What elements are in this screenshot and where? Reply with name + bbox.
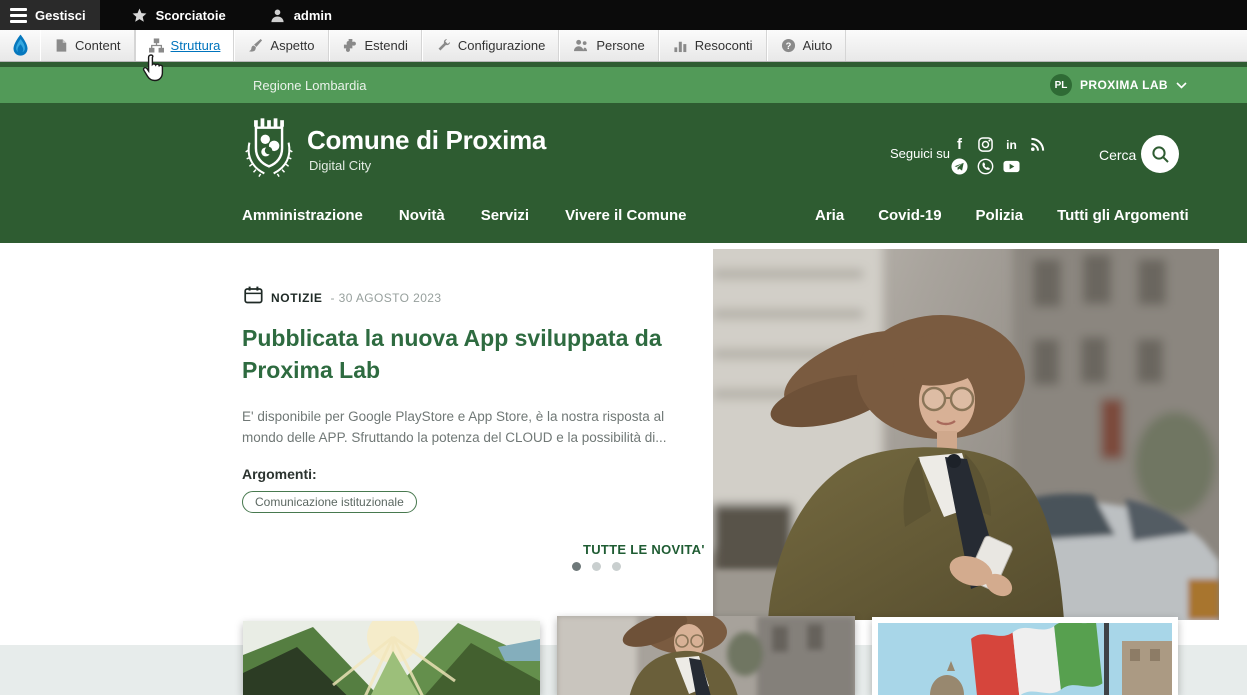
gestisci-label: Gestisci [35,8,86,23]
linkedin-icon[interactable]: in [1003,136,1020,153]
topic-tag[interactable]: Comunicazione istituzionale [242,491,417,513]
file-icon [54,38,68,53]
search-button[interactable] [1141,135,1179,173]
admin-menu-user[interactable]: admin [256,0,346,30]
search-icon [1151,145,1170,164]
scorciatoie-label: Scorciatoie [156,8,226,23]
toolbar-item-label: Estendi [365,38,408,53]
tenant-badge: PL [1050,74,1072,96]
page: Gestisci Scorciatoie admin Content [0,0,1247,695]
chevron-down-icon [1176,76,1187,94]
user-icon [270,7,286,23]
toolbar-item-resoconti[interactable]: Resoconti [659,30,767,61]
toolbar-item-aspetto[interactable]: Aspetto [234,30,328,61]
toolbar-item-label: Persone [596,38,644,53]
star-icon [132,7,148,23]
nav-item-servizi[interactable]: Servizi [481,207,529,224]
news-category[interactable]: NOTIZIE [271,291,323,305]
rss-icon[interactable] [1029,136,1046,153]
nav-item-novita[interactable]: Novità [399,207,445,224]
all-news-link[interactable]: TUTTE LE NOVITA' [583,538,730,561]
site-header: Comune di Proxima Digital City Seguici s… [0,103,1247,243]
nav-item-tutti-gli-argomenti[interactable]: Tutti gli Argomenti [1057,207,1189,224]
all-news-label: TUTTE LE NOVITA' [583,542,705,557]
svg-text:?: ? [785,41,791,51]
carousel-dot-3[interactable] [612,562,621,571]
admin-toolbar: Content Struttura Aspetto Estendi Config [0,30,1247,62]
admin-menu-gestisci[interactable]: Gestisci [0,0,100,30]
news-card-flag[interactable] [872,617,1178,695]
tenant-name: PROXIMA LAB [1080,78,1168,92]
toolbar-item-label: Content [75,38,121,53]
drupal-logo-icon[interactable] [0,30,40,61]
main-navigation: Amministrazione Novità Servizi Vivere il… [0,207,1247,237]
toolbar-item-content[interactable]: Content [40,30,135,61]
puzzle-icon [343,38,358,53]
toolbar-item-configurazione[interactable]: Configurazione [422,30,559,61]
region-label[interactable]: Regione Lombardia [253,78,366,93]
follow-label: Seguici su [890,146,950,161]
news-card-mountains[interactable] [243,621,540,695]
nav-item-vivere-il-comune[interactable]: Vivere il Comune [565,207,686,224]
toolbar-item-estendi[interactable]: Estendi [329,30,422,61]
telegram-icon[interactable] [951,158,968,175]
municipality-crest-logo[interactable] [241,117,297,190]
nav-item-aria[interactable]: Aria [815,207,844,224]
people-icon [573,38,589,53]
calendar-icon [244,286,263,309]
nav-item-amministrazione[interactable]: Amministrazione [242,207,363,224]
admin-menu-scorciatoie[interactable]: Scorciatoie [118,0,240,30]
topics-label: Argomenti: [242,466,317,482]
site-subtitle: Digital City [309,158,371,173]
news-excerpt: E' disponibile per Google PlayStore e Ap… [242,406,697,448]
admin-bar: Gestisci Scorciatoie admin [0,0,1247,30]
hero-image [713,249,1219,620]
youtube-icon[interactable] [1003,158,1020,175]
help-icon: ? [781,38,796,53]
toolbar-item-label: Configurazione [458,38,545,53]
news-title[interactable]: Pubblicata la nuova App sviluppata da Pr… [242,322,694,386]
toolbar-item-label: Resoconti [695,38,753,53]
tenant-switcher[interactable]: PL PROXIMA LAB [1050,74,1187,96]
instagram-icon[interactable] [977,136,994,153]
toolbar-item-label: Aiuto [803,38,833,53]
site-title[interactable]: Comune di Proxima [307,125,546,156]
bar-chart-icon [673,38,688,53]
facebook-icon[interactable]: f [951,136,968,153]
toolbar-item-struttura[interactable]: Struttura [135,30,235,61]
news-date: - 30 AGOSTO 2023 [331,291,442,305]
region-bar: Regione Lombardia PL PROXIMA LAB [0,62,1247,103]
search-label: Cerca [1099,147,1136,163]
brush-icon [248,38,263,53]
toolbar-item-label: Struttura [171,38,221,53]
news-card-app[interactable] [557,616,855,695]
nav-item-covid19[interactable]: Covid-19 [878,207,941,224]
social-links: f in [951,136,1047,180]
hamburger-icon [10,8,27,23]
news-meta: NOTIZIE - 30 AGOSTO 2023 [244,286,441,309]
toolbar-item-label: Aspetto [270,38,314,53]
carousel-dot-2[interactable] [592,562,601,571]
sitemap-icon [149,38,164,53]
toolbar-item-persone[interactable]: Persone [559,30,658,61]
carousel-dots [572,562,621,571]
nav-item-polizia[interactable]: Polizia [976,207,1024,224]
carousel-dot-1[interactable] [572,562,581,571]
flag-image [878,623,1172,695]
whatsapp-icon[interactable] [977,158,994,175]
toolbar-item-aiuto[interactable]: ? Aiuto [767,30,847,61]
admin-username: admin [294,8,332,23]
wrench-icon [436,38,451,53]
